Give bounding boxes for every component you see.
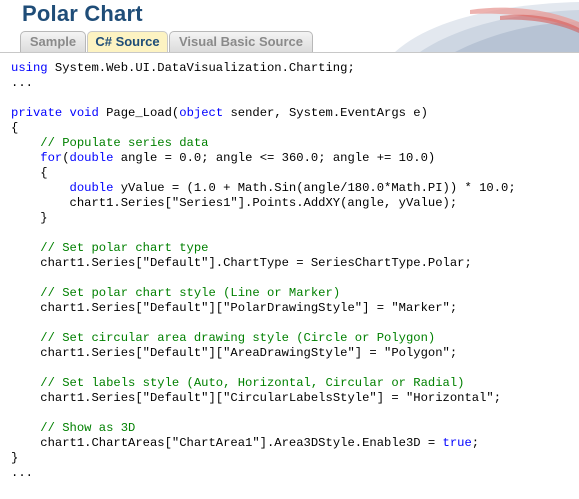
code-keyword: for: [40, 151, 63, 165]
page-title: Polar Chart: [22, 1, 143, 26]
code-keyword: void: [69, 106, 99, 120]
code-text: ...: [11, 76, 33, 90]
code-keyword: double: [69, 151, 114, 165]
code-comment: // Set polar chart style (Line or Marker…: [40, 286, 341, 300]
tab-csharp-source[interactable]: C# Source: [87, 31, 168, 52]
code-comment: // Set polar chart type: [40, 241, 209, 255]
code-text: angle = 0.0; angle <= 360.0; angle += 10…: [113, 151, 436, 165]
code-comment: // Show as 3D: [40, 421, 136, 435]
code-text: System.Web.UI.DataVisualization.Charting…: [47, 61, 355, 75]
code-keyword: object: [179, 106, 224, 120]
code-comment: // Populate series data: [40, 136, 209, 150]
code-listing: using System.Web.UI.DataVisualization.Ch…: [11, 61, 516, 480]
tab-visual-basic-source[interactable]: Visual Basic Source: [169, 31, 313, 52]
code-comment: // Set circular area drawing style (Circ…: [40, 331, 436, 345]
code-text: chart1.ChartAreas["ChartArea1"].Area3DSt…: [40, 436, 443, 450]
code-text: ...: [11, 466, 33, 480]
code-text: Page_Load(: [98, 106, 180, 120]
code-text: {: [11, 121, 19, 135]
code-keyword: using: [11, 61, 48, 75]
code-text: chart1.Series["Default"].ChartType = Ser…: [40, 256, 472, 270]
code-keyword: private: [11, 106, 63, 120]
code-text: }: [11, 451, 19, 465]
code-text: sender, System.EventArgs e): [223, 106, 428, 120]
code-text: chart1.Series["Default"]["PolarDrawingSt…: [40, 301, 458, 315]
tab-content-border: [0, 52, 579, 53]
tab-sample[interactable]: Sample: [20, 31, 86, 52]
code-text: ;: [471, 436, 480, 450]
code-text: chart1.Series["Series1"].Points.AddXY(an…: [69, 196, 458, 210]
code-keyword: double: [69, 181, 114, 195]
code-keyword: true: [442, 436, 472, 450]
code-text: chart1.Series["Default"]["CircularLabels…: [40, 391, 502, 405]
code-text: }: [40, 211, 48, 225]
code-text: {: [40, 166, 48, 180]
code-comment: // Set labels style (Auto, Horizontal, C…: [40, 376, 465, 390]
page-header: Polar Chart Sample C# Source Visual Basi…: [0, 0, 579, 52]
code-text: yValue = (1.0 + Math.Sin(angle/180.0*Mat…: [113, 181, 516, 195]
code-text: chart1.Series["Default"]["AreaDrawingSty…: [40, 346, 458, 360]
